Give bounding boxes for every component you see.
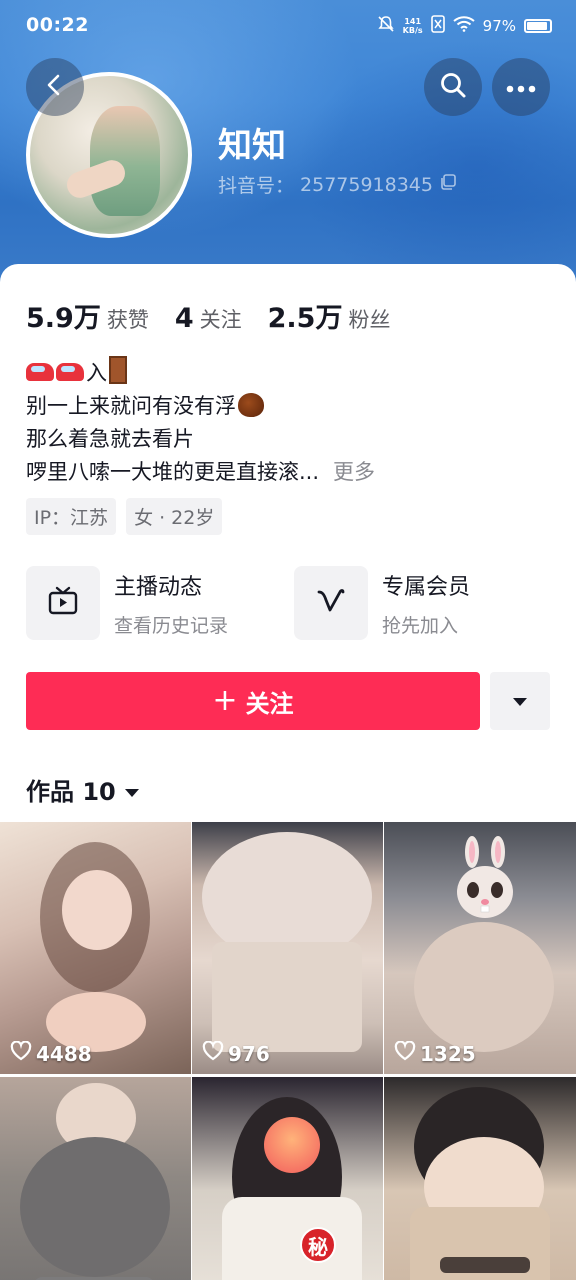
followers-label: 粉丝 [348,308,391,332]
net-speed-unit: KB/s [402,26,423,35]
gender-age-tag: 女 · 22岁 [126,498,223,535]
live-history-texts: 主播动态 查看历史记录 [114,569,228,638]
video-thumbnail[interactable]: 1325 [384,822,576,1074]
video-thumbnail[interactable] [384,1077,576,1280]
tags-row: IP：江苏 女 · 22岁 [26,498,223,535]
member-entry[interactable]: 专属会员 抢先加入 [294,566,470,640]
like-count: 976 [202,1040,270,1066]
net-speed-value: 141 [404,17,422,26]
account-id-value: 25775918345 [300,173,433,196]
following-label: 关注 [199,308,242,332]
bio-line-1: 入 [26,356,375,390]
back-icon [43,73,67,101]
battery-percent: 97% [482,17,516,35]
works-grid: 4488 976 1325 秘 [0,822,576,1280]
like-count: 1325 [394,1040,476,1066]
search-icon [439,71,467,103]
status-time: 00:22 [26,14,89,36]
likes-count[interactable]: 5.9万 [26,296,101,335]
like-count-value: 1325 [420,1041,476,1066]
member-sub: 抢先加入 [382,614,459,637]
ip-tag: IP：江苏 [26,498,117,535]
net-speed: 141 KB/s [403,17,423,35]
heart-icon [394,1040,416,1066]
follow-dropdown-button[interactable] [490,672,550,730]
member-title: 专属会员 [382,574,471,600]
mute-icon [377,15,395,37]
chevron-down-icon [512,692,528,711]
works-tab[interactable]: 作品 10 [26,772,140,807]
follow-plus-icon: + [212,683,238,718]
tv-icon-box [26,566,100,640]
car-icon [26,363,54,381]
display-name: 知知 [218,126,286,166]
member-v-icon [314,584,348,622]
bio-line-4: 啰里八嗦一大堆的更是直接滚... 更多 [26,456,375,489]
video-thumbnail[interactable]: 976 [192,822,383,1074]
bio-more-link[interactable]: 更多 [333,460,375,484]
account-id[interactable]: 抖音号： 25775918345 [218,171,457,198]
status-icons: 141 KB/s 97% [377,15,552,37]
like-count-value: 976 [228,1041,270,1066]
status-bar: 00:22 141 KB/s 97% [0,0,576,56]
heart-icon [202,1040,224,1066]
bio-line-1-text: 入 [86,361,107,385]
member-icon-box [294,566,368,640]
sweating-face-icon [264,1117,320,1173]
more-button[interactable] [492,58,550,116]
follow-label: 关注 [245,689,294,718]
video-thumbnail[interactable]: 4488 [0,822,191,1074]
member-texts: 专属会员 抢先加入 [382,569,470,638]
account-id-label: 抖音号： [218,175,295,197]
rabbit-face-icon [452,836,518,920]
bio: 入 别一上来就问有没有浮 那么着急就去看片 啰里八嗦一大堆的更是直接滚... 更多 [26,356,375,489]
live-history-entry[interactable]: 主播动态 查看历史记录 [26,566,228,640]
tv-icon [47,585,79,621]
door-icon [109,356,127,384]
bio-line-2-text: 别一上来就问有没有浮 [26,394,236,418]
following-count[interactable]: 4 [175,303,194,334]
more-icon [506,78,536,97]
back-button[interactable] [26,58,84,116]
likes-label: 获赞 [106,308,149,332]
car-icon [56,363,84,381]
bio-line-3: 那么着急就去看片 [26,427,194,451]
followers-count[interactable]: 2.5万 [268,296,343,335]
search-button[interactable] [424,58,482,116]
battery-icon [524,19,552,33]
copy-icon[interactable] [439,173,457,196]
sim-icon [430,15,445,37]
chestnut-icon [238,393,264,417]
follow-button[interactable]: + 关注 [26,672,480,730]
works-dropdown-icon [124,776,140,804]
video-thumbnail[interactable]: 秘 [192,1077,383,1280]
live-history-title: 主播动态 [114,574,203,600]
video-thumbnail[interactable] [0,1077,191,1280]
secret-stamp: 秘 [300,1227,336,1263]
heart-icon [10,1040,32,1066]
bio-line-2: 别一上来就问有没有浮 [26,390,375,423]
bio-line-4-text: 啰里八嗦一大堆的更是直接滚... [26,460,320,484]
live-history-sub: 查看历史记录 [114,614,229,637]
like-count-value: 4488 [36,1041,92,1066]
like-count: 4488 [10,1040,92,1066]
works-title: 作品 10 [26,778,116,806]
avatar-figure [90,106,160,216]
wifi-icon [453,16,475,36]
stats-row: 5.9万 获赞 4 关注 2.5万 粉丝 [26,296,416,335]
